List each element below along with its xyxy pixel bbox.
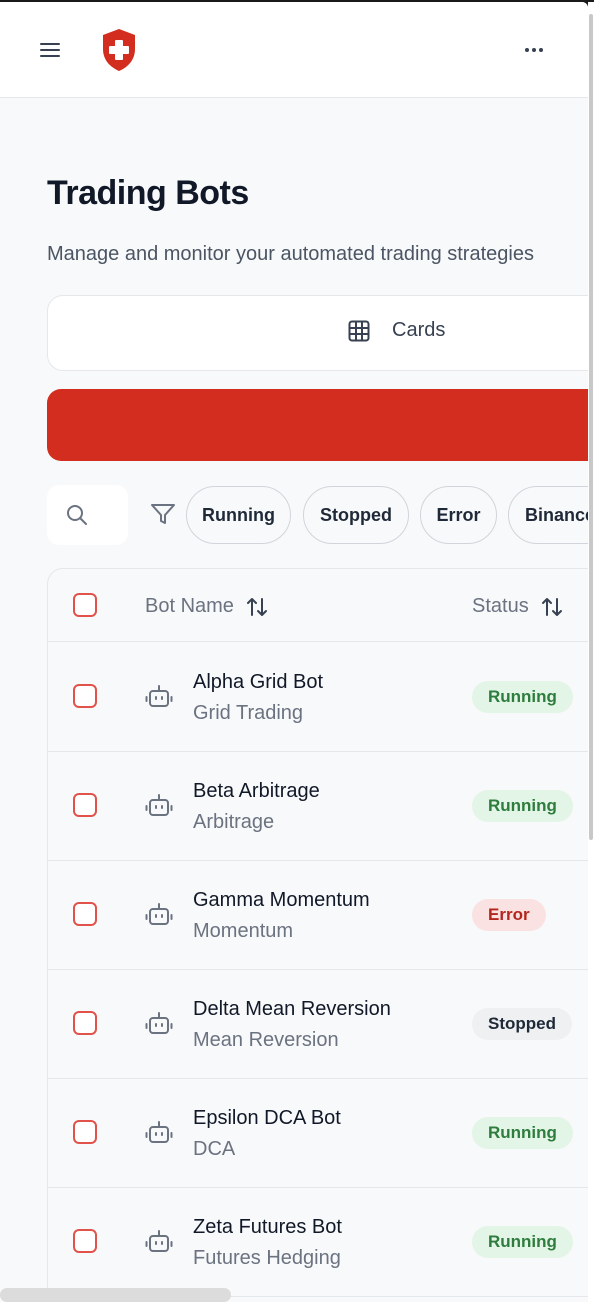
view-mode-toggle[interactable]: Cards <box>47 295 588 371</box>
sort-arrows-icon <box>541 597 562 616</box>
bot-icon <box>145 794 173 816</box>
page-subtitle: Manage and monitor your automated tradin… <box>47 243 534 265</box>
bot-type: Mean Reversion <box>193 1029 339 1051</box>
more-horizontal-icon <box>525 48 543 52</box>
bot-type: Arbitrage <box>193 811 275 833</box>
bot-type: Momentum <box>193 920 294 942</box>
view-mode-label: Cards <box>392 319 446 341</box>
filter-chip-running[interactable]: Running <box>186 486 291 544</box>
filter-chip-binance[interactable]: Binance <box>508 486 588 544</box>
status-badge: Running <box>472 681 573 713</box>
bot-name: Gamma Momentum <box>193 889 370 911</box>
table-row[interactable]: Zeta Futures Bot Futures Hedging Running <box>48 1188 588 1297</box>
row-checkbox[interactable] <box>73 902 97 926</box>
brand-logo[interactable] <box>99 27 139 73</box>
bot-icon <box>145 1230 173 1252</box>
status-badge: Running <box>472 1226 573 1258</box>
bot-type: DCA <box>193 1138 236 1160</box>
bot-icon <box>145 685 173 707</box>
bot-name: Epsilon DCA Bot <box>193 1107 341 1129</box>
bot-icon <box>145 903 173 925</box>
bot-name: Alpha Grid Bot <box>193 671 324 693</box>
bot-name: Beta Arbitrage <box>193 780 320 802</box>
bot-name: Zeta Futures Bot <box>193 1216 342 1238</box>
hamburger-menu-icon <box>40 43 60 57</box>
menu-button[interactable] <box>36 36 64 64</box>
status-badge: Error <box>472 899 546 931</box>
table-row[interactable]: Epsilon DCA Bot DCA Running <box>48 1079 588 1188</box>
table-row[interactable]: Alpha Grid Bot Grid Trading Running <box>48 643 588 752</box>
table-row[interactable]: Gamma Momentum Momentum Error <box>48 861 588 970</box>
search-icon <box>67 505 87 525</box>
vertical-scrollbar[interactable] <box>588 2 594 1302</box>
bot-icon <box>145 1012 173 1034</box>
bots-table: Bot Name Status Alpha Grid Bot Grid Trad… <box>47 568 588 1302</box>
app-viewport: Trading Bots Manage and monitor your aut… <box>0 2 588 1302</box>
row-checkbox[interactable] <box>73 1011 97 1035</box>
bot-icon <box>145 1121 173 1143</box>
status-badge: Stopped <box>472 1008 572 1040</box>
filter-icon[interactable] <box>150 502 176 526</box>
more-options-button[interactable] <box>518 36 550 64</box>
horizontal-scrollbar[interactable] <box>0 1288 231 1302</box>
row-checkbox[interactable] <box>73 1120 97 1144</box>
row-checkbox[interactable] <box>73 793 97 817</box>
status-badge: Running <box>472 790 573 822</box>
column-label: Bot Name <box>145 595 234 617</box>
column-label: Status <box>472 595 529 617</box>
bot-name: Delta Mean Reversion <box>193 998 391 1020</box>
bot-type: Grid Trading <box>193 702 304 724</box>
table-header: Bot Name Status <box>48 569 588 642</box>
column-header-bot-name[interactable]: Bot Name <box>145 595 268 618</box>
vertical-scrollbar-thumb[interactable] <box>589 14 593 840</box>
row-checkbox[interactable] <box>73 1229 97 1253</box>
status-badge: Running <box>472 1117 573 1149</box>
shield-cross-logo <box>103 29 135 71</box>
table-row[interactable]: Beta Arbitrage Arbitrage Running <box>48 752 588 861</box>
top-header <box>0 2 588 98</box>
create-bot-button[interactable] <box>47 389 588 461</box>
page-title: Trading Bots <box>47 174 249 212</box>
grid-icon <box>348 320 370 341</box>
column-header-status[interactable]: Status <box>472 595 563 618</box>
search-input[interactable] <box>47 485 128 545</box>
table-row[interactable]: Delta Mean Reversion Mean Reversion Stop… <box>48 970 588 1079</box>
row-checkbox[interactable] <box>73 684 97 708</box>
select-all-checkbox[interactable] <box>73 593 97 617</box>
filter-chip-error[interactable]: Error <box>420 486 497 544</box>
sort-arrows-icon <box>246 597 267 616</box>
filter-chip-stopped[interactable]: Stopped <box>303 486 409 544</box>
bot-type: Futures Hedging <box>193 1247 341 1269</box>
